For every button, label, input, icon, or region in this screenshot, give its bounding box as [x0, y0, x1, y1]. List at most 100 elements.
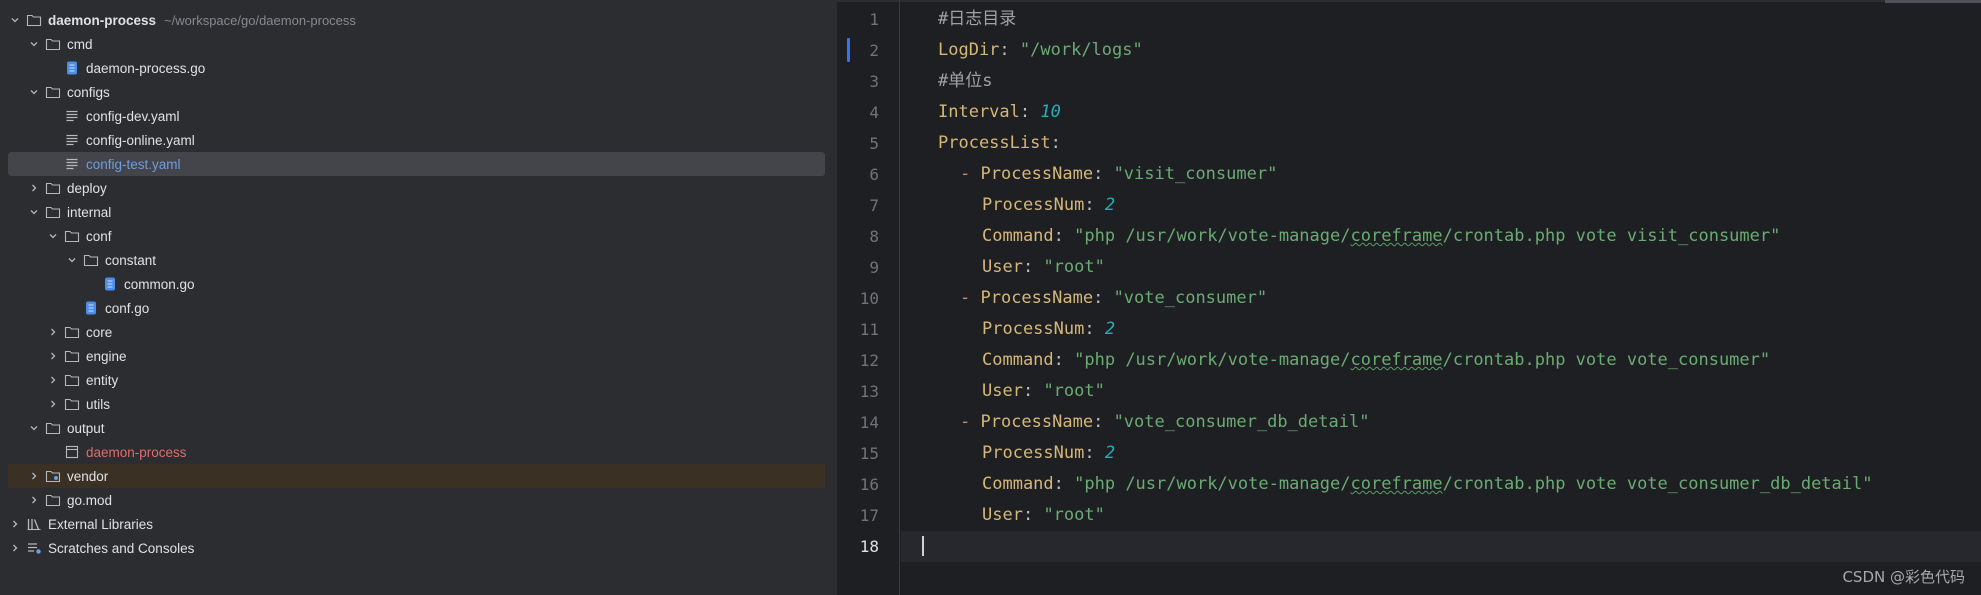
code-line[interactable]: Interval: 10	[901, 97, 1061, 128]
code-line[interactable]: - ProcessName: "vote_consumer_db_detail"	[901, 407, 1369, 438]
project-tree: daemon-process ~/workspace/go/daemon-pro…	[0, 0, 837, 595]
yaml-file-icon	[64, 132, 80, 148]
string-token: "vote_consumer_db_detail"	[1113, 412, 1370, 432]
code-line[interactable]: Command: "php /usr/work/vote-manage/core…	[901, 469, 1872, 500]
tree-row-internal[interactable]: internal	[27, 200, 825, 224]
tree-row-entity[interactable]: entity	[46, 368, 825, 392]
separator-token: :	[1022, 257, 1044, 277]
scratches-icon	[26, 540, 42, 556]
chevron-down-icon[interactable]	[27, 37, 41, 51]
go-file-icon	[83, 300, 99, 316]
separator-token: :	[1053, 474, 1075, 494]
chevron-right-icon[interactable]	[27, 469, 41, 483]
tree-row-cmd[interactable]: cmd	[27, 32, 825, 56]
change-marker[interactable]	[847, 38, 850, 62]
typo-highlight[interactable]: coreframe	[1350, 226, 1442, 246]
tree-row-config-online[interactable]: config-online.yaml	[46, 128, 825, 152]
key-token: LogDir	[938, 40, 1000, 60]
tree-row-scratches[interactable]: Scratches and Consoles	[8, 536, 825, 560]
tree-row-deploy[interactable]: deploy	[27, 176, 825, 200]
chevron-right-icon[interactable]	[46, 349, 60, 363]
chevron-right-icon[interactable]	[46, 373, 60, 387]
code-line[interactable]: LogDir: "/work/logs"	[901, 35, 1143, 66]
line-number: 7	[869, 196, 879, 215]
tree-item-label: External Libraries	[48, 516, 154, 532]
typo-highlight[interactable]: coreframe	[1350, 474, 1442, 494]
tree-row-conf-go[interactable]: conf.go	[65, 296, 825, 320]
separator-token: :	[1084, 195, 1105, 215]
tree-row-go-mod[interactable]: go.mod	[27, 488, 825, 512]
tree-item-label: common.go	[124, 276, 195, 292]
chevron-right-icon[interactable]	[46, 397, 60, 411]
tree-row-vendor[interactable]: vendor	[8, 464, 825, 488]
chevron-right-icon[interactable]	[8, 517, 22, 531]
tree-row-constant[interactable]: constant	[65, 248, 825, 272]
chevron-right-icon[interactable]	[27, 493, 41, 507]
folder-icon	[45, 180, 61, 196]
folder-icon	[83, 252, 99, 268]
folder-icon	[64, 228, 80, 244]
tree-row-common-go[interactable]: common.go	[84, 272, 825, 296]
chevron-down-icon[interactable]	[46, 229, 60, 243]
line-number-gutter[interactable]: 1 2 3 4 5 6 7 8 9 10 11 12 13 14 15 16 1…	[837, 0, 900, 595]
tree-item-label: utils	[86, 396, 111, 412]
string-token: "php /usr/work/vote-manage/	[1074, 474, 1351, 494]
tree-row-config-test[interactable]: config-test.yaml	[8, 152, 825, 176]
tree-row-conf[interactable]: conf	[46, 224, 825, 248]
code-line[interactable]: ProcessNum: 2	[901, 314, 1115, 345]
tree-row-external-libraries[interactable]: External Libraries	[8, 512, 825, 536]
code-line[interactable]: #日志目录	[901, 4, 1016, 35]
separator-token: :	[1053, 226, 1075, 246]
tree-row-daemon-binary[interactable]: daemon-process	[46, 440, 825, 464]
tree-row-engine[interactable]: engine	[46, 344, 825, 368]
yaml-file-icon	[64, 156, 80, 172]
code-line[interactable]: - ProcessName: "vote_consumer"	[901, 283, 1267, 314]
chevron-right-icon[interactable]	[8, 541, 22, 555]
string-token: "php /usr/work/vote-manage/	[1074, 226, 1351, 246]
code-line[interactable]: ProcessNum: 2	[901, 190, 1115, 221]
key-token: ProcessName	[980, 164, 1094, 184]
code-line-current[interactable]	[901, 531, 1981, 562]
tree-row-utils[interactable]: utils	[46, 392, 825, 416]
key-token: User	[982, 257, 1023, 277]
go-file-icon	[64, 60, 80, 76]
tree-row-root[interactable]: daemon-process ~/workspace/go/daemon-pro…	[8, 8, 825, 32]
code-line[interactable]: #单位s	[901, 66, 992, 97]
chevron-down-icon[interactable]	[65, 253, 79, 267]
yaml-file-icon	[64, 108, 80, 124]
tree-row-core[interactable]: core	[46, 320, 825, 344]
tree-item-label: vendor	[67, 468, 109, 484]
typo-highlight[interactable]: coreframe	[1350, 350, 1442, 370]
folder-icon	[45, 420, 61, 436]
chevron-down-icon[interactable]	[27, 421, 41, 435]
tree-row-config-dev[interactable]: config-dev.yaml	[46, 104, 825, 128]
code-line[interactable]: ProcessList:	[901, 128, 1061, 159]
tree-item-label: constant	[105, 252, 157, 268]
number-token: 10	[1040, 102, 1061, 122]
tree-row-output[interactable]: output	[27, 416, 825, 440]
separator-token: :	[1093, 164, 1114, 184]
chevron-down-icon[interactable]	[27, 85, 41, 99]
code-editor[interactable]: 1 2 3 4 5 6 7 8 9 10 11 12 13 14 15 16 1…	[837, 0, 1981, 595]
code-area[interactable]: #日志目录 LogDir: "/work/logs" #单位s Interval…	[901, 0, 1981, 595]
line-number: 12	[859, 351, 879, 370]
code-line[interactable]: User: "root"	[901, 376, 1105, 407]
chevron-right-icon[interactable]	[27, 181, 41, 195]
chevron-right-icon[interactable]	[46, 325, 60, 339]
tree-row-daemon-process-go[interactable]: daemon-process.go	[46, 56, 825, 80]
code-line[interactable]: ProcessNum: 2	[901, 438, 1115, 469]
key-token: ProcessName	[980, 288, 1094, 308]
code-line[interactable]: Command: "php /usr/work/vote-manage/core…	[901, 345, 1770, 376]
chevron-down-icon[interactable]	[8, 13, 22, 27]
code-line[interactable]: User: "root"	[901, 252, 1105, 283]
tree-item-label: cmd	[67, 36, 93, 52]
key-token: Interval	[938, 102, 1020, 122]
key-token: Command	[982, 474, 1054, 494]
code-line[interactable]: User: "root"	[901, 500, 1105, 531]
line-number: 14	[859, 413, 879, 432]
chevron-down-icon[interactable]	[27, 205, 41, 219]
tree-row-configs[interactable]: configs	[27, 80, 825, 104]
key-token: User	[982, 381, 1023, 401]
code-line[interactable]: - ProcessName: "visit_consumer"	[901, 159, 1277, 190]
code-line[interactable]: Command: "php /usr/work/vote-manage/core…	[901, 221, 1780, 252]
